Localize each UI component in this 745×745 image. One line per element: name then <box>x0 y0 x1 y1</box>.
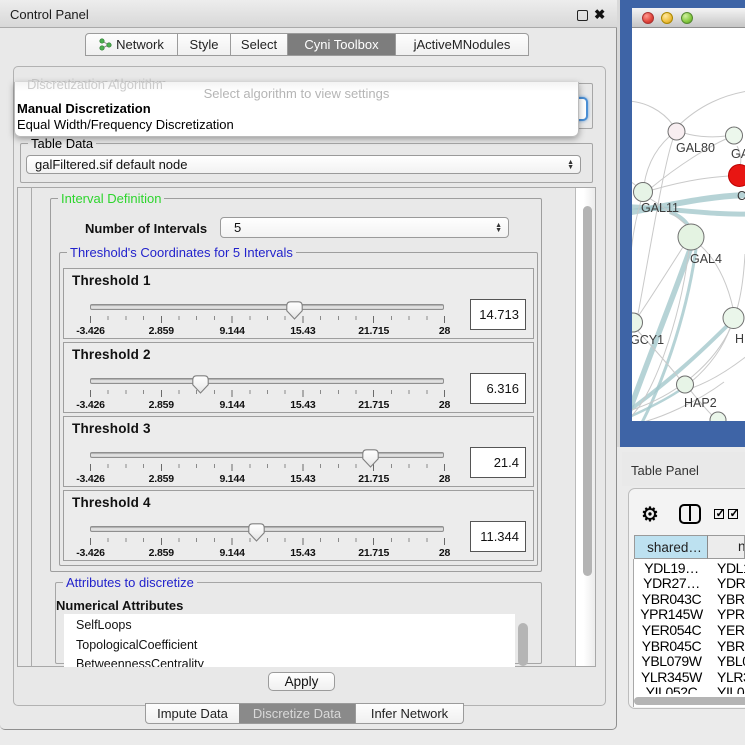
svg-text:H: H <box>735 332 744 346</box>
svg-text:C: C <box>737 189 745 203</box>
svg-text:GAL4: GAL4 <box>690 252 722 266</box>
svg-text:HAP2: HAP2 <box>684 396 717 410</box>
svg-text:GAL80: GAL80 <box>676 141 715 155</box>
svg-text:GA: GA <box>731 147 745 161</box>
svg-text:GAL11: GAL11 <box>641 201 679 215</box>
svg-text:GCY1: GCY1 <box>632 333 664 347</box>
